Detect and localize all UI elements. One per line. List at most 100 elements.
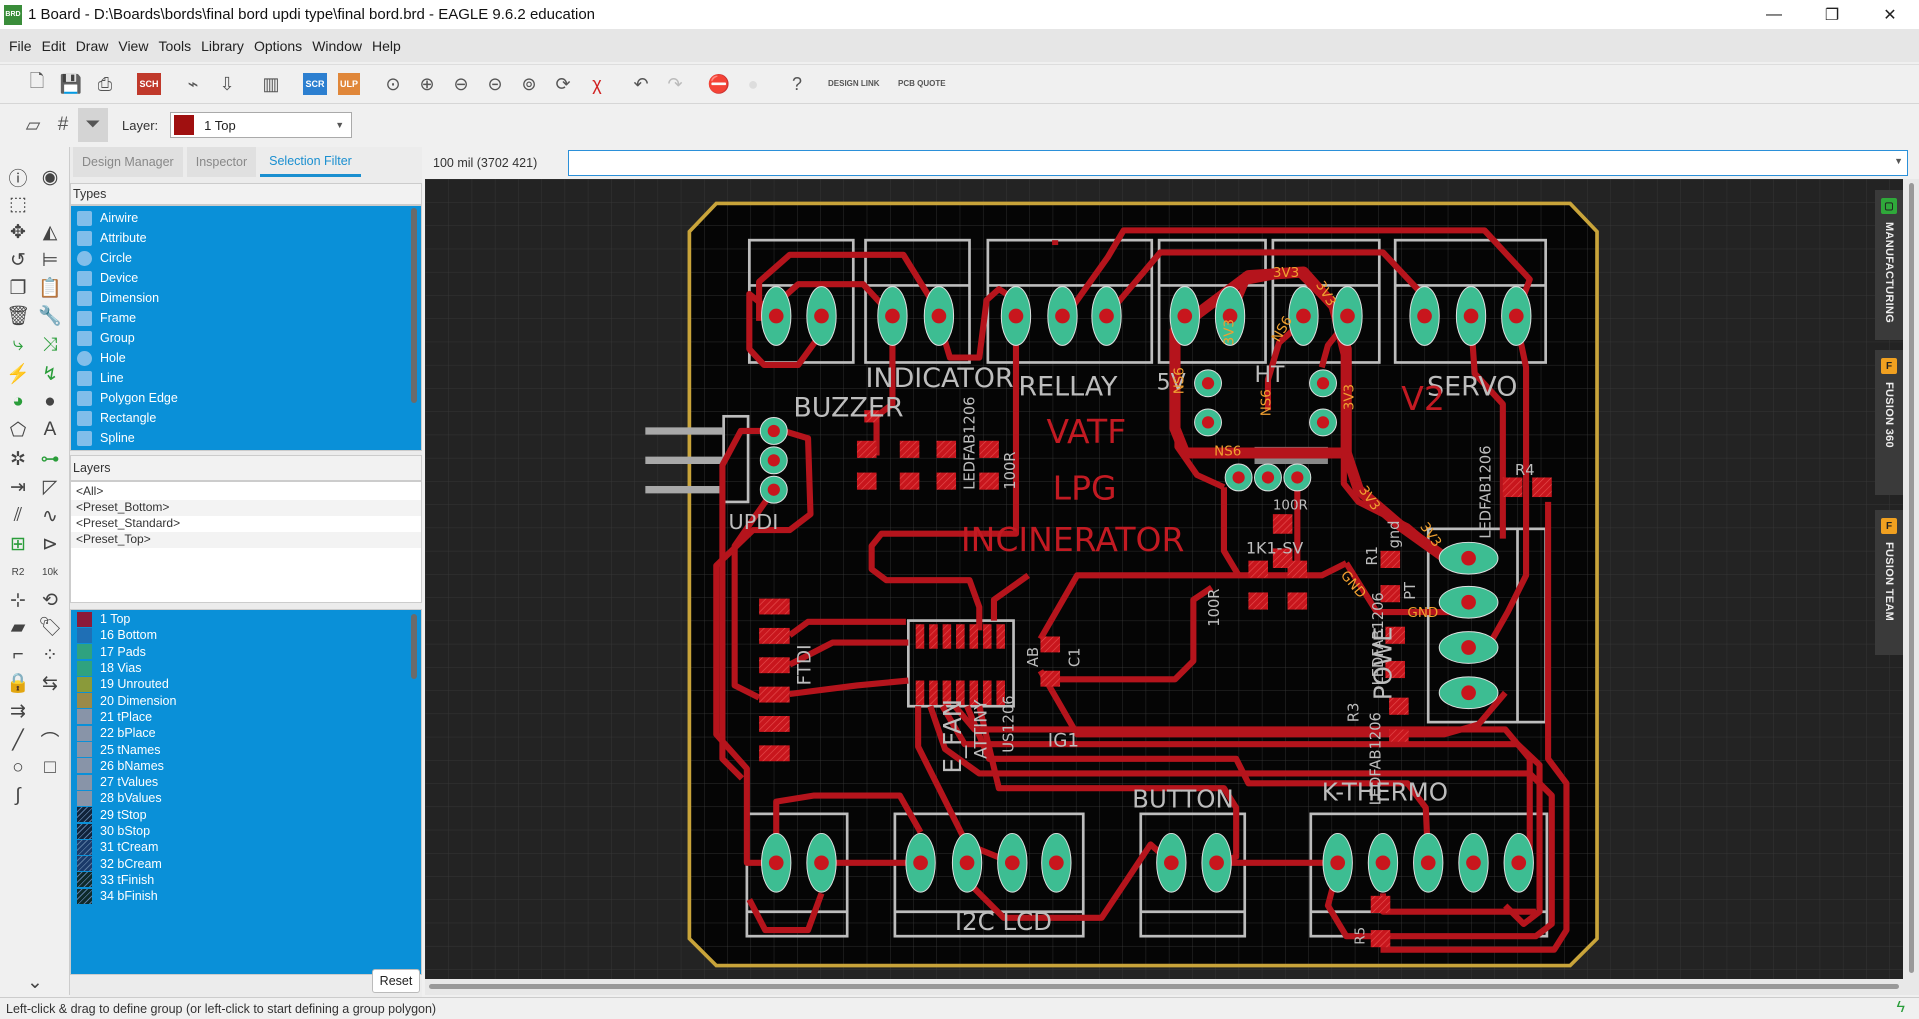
expand-palette-icon[interactable]: ⌄ xyxy=(20,967,50,997)
show-icon[interactable]: ◉ xyxy=(35,162,65,192)
manufacturing-export-button[interactable]: ⇩ xyxy=(212,69,242,99)
layer-item[interactable]: 28 bValues xyxy=(71,790,421,806)
chevron-down-icon[interactable]: ▼ xyxy=(1894,156,1903,166)
menu-window[interactable]: Window xyxy=(307,38,367,54)
circle-icon[interactable]: ○ xyxy=(3,753,33,783)
smash-icon[interactable]: ⊹ xyxy=(3,585,33,615)
undo-button[interactable]: ↶ xyxy=(626,69,656,99)
spline-wave-icon[interactable]: ∿ xyxy=(35,501,65,531)
go-button[interactable]: ● xyxy=(738,69,768,99)
add-gate-icon[interactable]: ⊳ xyxy=(35,529,65,559)
run-ulp-button[interactable]: ULP xyxy=(334,69,364,99)
layer-item[interactable]: 1 Top xyxy=(71,611,421,627)
layer-item[interactable]: 20 Dimension xyxy=(71,692,421,709)
stop-button[interactable]: ⛔ xyxy=(704,69,734,99)
zoom-in-button[interactable]: ⊕ xyxy=(412,69,442,99)
vertical-scrollbar[interactable] xyxy=(1903,179,1919,995)
type-item[interactable]: Dimension xyxy=(71,288,421,308)
cam-processor-button[interactable]: ⌁ xyxy=(178,69,208,99)
layer-item[interactable]: 18 Vias xyxy=(71,660,421,676)
menu-view[interactable]: View xyxy=(113,38,153,54)
layer-item[interactable]: 25 tNames xyxy=(71,741,421,758)
layer-preset-item[interactable]: <Preset_Standard> xyxy=(71,516,421,532)
copy-icon[interactable]: ❐ xyxy=(3,273,33,303)
layer-item[interactable]: 17 Pads xyxy=(71,644,421,660)
new-file-button[interactable]: 🗋 xyxy=(22,69,52,99)
horizontal-scroll-thumb[interactable] xyxy=(429,984,1899,989)
horizontal-scrollbar[interactable] xyxy=(425,979,1903,995)
add-part-icon[interactable]: ⊞ xyxy=(3,529,33,559)
type-item[interactable]: Circle xyxy=(71,248,421,268)
grid-icon[interactable]: # xyxy=(48,108,78,142)
layer-item[interactable]: 30 bStop xyxy=(71,823,421,839)
zoom-previous-button[interactable]: ⊝ xyxy=(480,69,510,99)
type-item[interactable]: Group xyxy=(71,328,421,348)
menu-tools[interactable]: Tools xyxy=(153,38,196,54)
ratsnest-button[interactable]: χ xyxy=(582,69,612,99)
run-script-button[interactable]: SCR xyxy=(300,69,330,99)
mirror-icon[interactable]: ◭ xyxy=(35,217,65,247)
close-button[interactable]: ✕ xyxy=(1861,0,1919,29)
layer-preset-item[interactable]: <Preset_Top> xyxy=(71,532,421,548)
menu-file[interactable]: File xyxy=(4,38,37,54)
layer-item[interactable]: 16 Bottom xyxy=(71,627,421,643)
vertical-scroll-thumb[interactable] xyxy=(1909,183,1914,973)
tab-inspector[interactable]: Inspector xyxy=(186,147,257,177)
info-icon[interactable]: ⓘ xyxy=(3,162,33,192)
move-icon[interactable]: ✥ xyxy=(3,217,33,247)
pinswap-icon[interactable]: ⁘ xyxy=(35,640,65,670)
type-item[interactable]: Attribute xyxy=(71,228,421,248)
maximize-button[interactable]: ❐ xyxy=(1803,0,1861,29)
package-icon[interactable]: ▰ xyxy=(3,612,33,642)
name-icon[interactable]: R2 xyxy=(3,557,33,587)
layers-list[interactable]: 1 Top 16 Bottom 17 Pads 18 Vias 19 Unrouted 2… xyxy=(70,609,422,975)
lock-icon[interactable]: 🔒 xyxy=(3,668,33,698)
dimension-icon[interactable]: ⫽ xyxy=(3,501,33,531)
rotate-icon[interactable]: ↺ xyxy=(3,245,33,275)
tab-design-manager[interactable]: Design Manager xyxy=(73,147,183,177)
type-item[interactable]: Polygon Edge xyxy=(71,388,421,408)
via-icon[interactable]: ◕ xyxy=(3,387,33,417)
command-input[interactable]: ▼ xyxy=(568,150,1908,176)
delete-icon[interactable]: 🗑 xyxy=(3,301,33,331)
arc-icon[interactable]: ⌒ xyxy=(35,725,65,755)
layer-item[interactable]: 33 tFinish xyxy=(71,872,421,888)
replace-icon[interactable]: ⟲ xyxy=(35,585,65,615)
menu-options[interactable]: Options xyxy=(249,38,307,54)
layer-item[interactable]: 27 tValues xyxy=(71,774,421,790)
spline-icon[interactable]: ∫ xyxy=(3,781,33,811)
help-button[interactable]: ? xyxy=(782,69,812,99)
sch-brd-switch-button[interactable]: SCH xyxy=(134,69,164,99)
type-item[interactable]: Spline xyxy=(71,428,421,448)
redo-button[interactable]: ↷ xyxy=(660,69,690,99)
board-canvas[interactable]: INDICATOR RELLAY SERVO BUZZER UPDI BUTTO… xyxy=(425,179,1903,979)
side-tab-manufacturing[interactable]: ▢ MANUFACTURING xyxy=(1875,190,1903,340)
rectangle-icon[interactable]: □ xyxy=(35,753,65,783)
join-icon[interactable]: ⇉ xyxy=(3,696,33,726)
split-icon[interactable]: ⚡ xyxy=(3,359,33,389)
connect-icon[interactable]: ⊶ xyxy=(35,444,65,474)
pcb-quote-button[interactable]: PCB QUOTE xyxy=(898,80,954,88)
selection-filter-icon[interactable]: ⏷ xyxy=(78,108,108,142)
print-button[interactable]: ⎙ xyxy=(90,69,120,99)
layer-item[interactable]: 21 tPlace xyxy=(71,709,421,725)
layers-scrollbar[interactable] xyxy=(411,614,417,679)
types-list[interactable]: Airwire Attribute Circle Device Dimension Fra… xyxy=(70,205,422,451)
side-tab-fusion-360[interactable]: F FUSION 360 xyxy=(1875,350,1903,495)
optimize-icon[interactable]: ↯ xyxy=(35,359,65,389)
reset-button[interactable]: Reset xyxy=(372,969,420,993)
redraw-button[interactable]: ⟳ xyxy=(548,69,578,99)
layer-item[interactable]: 22 bPlace xyxy=(71,725,421,741)
menu-edit[interactable]: Edit xyxy=(37,38,71,54)
layer-select[interactable]: 1 Top ▼ xyxy=(170,112,353,138)
text-icon[interactable]: A xyxy=(35,415,65,445)
layer-item[interactable]: 31 tCream xyxy=(71,839,421,855)
types-scrollbar[interactable] xyxy=(411,208,417,403)
zoom-select-button[interactable]: ⊚ xyxy=(514,69,544,99)
polygon-icon[interactable]: ⬠ xyxy=(3,415,33,445)
signal-icon[interactable]: ✲ xyxy=(3,444,33,474)
menu-help[interactable]: Help xyxy=(367,38,406,54)
paint-roller-icon[interactable]: ⌐ xyxy=(3,640,33,670)
lightning-icon[interactable]: ϟ xyxy=(1897,999,1905,1017)
layer-item[interactable]: 29 tStop xyxy=(71,807,421,823)
